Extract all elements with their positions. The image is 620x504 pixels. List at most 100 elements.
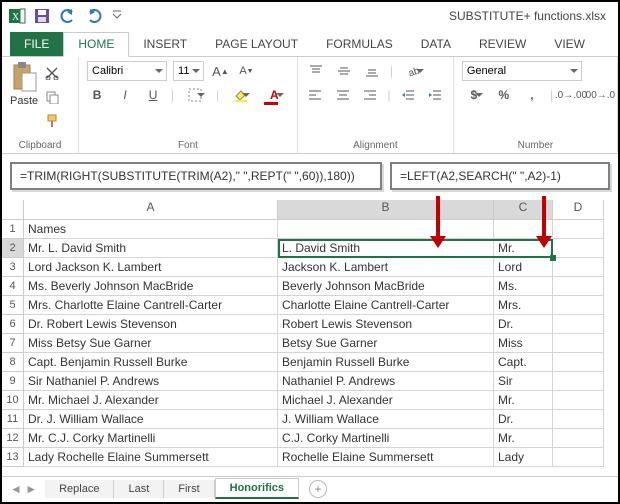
- cell[interactable]: Sir Nathaniel P. Andrews: [24, 372, 278, 391]
- align-middle-button[interactable]: [334, 61, 354, 81]
- align-top-button[interactable]: [306, 61, 326, 81]
- tab-insert[interactable]: INSERT: [129, 33, 201, 56]
- cell[interactable]: Sir: [494, 372, 553, 391]
- number-format-combo[interactable]: General: [462, 61, 582, 81]
- cell[interactable]: Ms. Beverly Johnson MacBride: [24, 277, 278, 296]
- borders-button[interactable]: [182, 85, 208, 105]
- fill-handle[interactable]: [550, 255, 556, 261]
- tab-home[interactable]: HOME: [63, 32, 129, 57]
- cell[interactable]: [553, 410, 604, 429]
- increase-font-button[interactable]: A▲: [210, 61, 230, 81]
- cell[interactable]: [553, 315, 604, 334]
- font-name-combo[interactable]: Calibri: [87, 61, 167, 81]
- cell[interactable]: Charlotte Elaine Cantrell-Carter: [278, 296, 494, 315]
- cell[interactable]: Dr.: [494, 315, 553, 334]
- row-header[interactable]: 10: [2, 391, 24, 410]
- cell[interactable]: [553, 220, 604, 239]
- cell[interactable]: L. David Smith: [278, 239, 494, 258]
- cell[interactable]: Dr. J. William Wallace: [24, 410, 278, 429]
- cell[interactable]: J. William Wallace: [278, 410, 494, 429]
- sheet-tab-last[interactable]: Last: [114, 480, 164, 498]
- fill-color-button[interactable]: [227, 85, 253, 105]
- cell[interactable]: Mr.: [494, 429, 553, 448]
- increase-decimal-button[interactable]: .0→.00: [561, 85, 581, 105]
- cell[interactable]: [553, 372, 604, 391]
- row-header[interactable]: 1: [2, 220, 24, 239]
- row-header[interactable]: 12: [2, 429, 24, 448]
- cell[interactable]: [553, 391, 604, 410]
- decrease-indent-button[interactable]: [399, 85, 418, 105]
- tab-formulas[interactable]: FORMULAS: [312, 33, 407, 56]
- cell[interactable]: C.J. Corky Martinelli: [278, 429, 494, 448]
- cell[interactable]: [553, 429, 604, 448]
- col-header-b[interactable]: B: [278, 200, 494, 220]
- col-header-d[interactable]: D: [553, 200, 604, 220]
- select-all-corner[interactable]: [2, 200, 24, 220]
- accounting-format-button[interactable]: $: [462, 85, 486, 105]
- cell[interactable]: Mr. L. David Smith: [24, 239, 278, 258]
- cell[interactable]: Dr.: [494, 410, 553, 429]
- align-center-button[interactable]: [333, 85, 352, 105]
- cell[interactable]: Robert Lewis Stevenson: [278, 315, 494, 334]
- align-right-button[interactable]: [360, 85, 379, 105]
- row-header[interactable]: 3: [2, 258, 24, 277]
- row-header[interactable]: 8: [2, 353, 24, 372]
- cell[interactable]: Miss Betsy Sue Garner: [24, 334, 278, 353]
- row-header[interactable]: 9: [2, 372, 24, 391]
- row-header[interactable]: 6: [2, 315, 24, 334]
- cell[interactable]: Jackson K. Lambert: [278, 258, 494, 277]
- redo-icon[interactable]: [86, 8, 102, 24]
- col-header-a[interactable]: A: [24, 200, 278, 220]
- cell[interactable]: Mr. Michael J. Alexander: [24, 391, 278, 410]
- cell[interactable]: [553, 448, 604, 467]
- save-icon[interactable]: [34, 8, 50, 24]
- copy-button[interactable]: [42, 87, 62, 107]
- col-header-c[interactable]: C: [494, 200, 553, 220]
- cell[interactable]: [553, 353, 604, 372]
- spreadsheet-grid[interactable]: A B C D 1Names2Mr. L. David SmithL. Davi…: [2, 200, 618, 467]
- cell[interactable]: Mr.: [494, 391, 553, 410]
- cell[interactable]: Mrs. Charlotte Elaine Cantrell-Carter: [24, 296, 278, 315]
- cell[interactable]: Lady Rochelle Elaine Summersett: [24, 448, 278, 467]
- tab-page-layout[interactable]: PAGE LAYOUT: [201, 33, 312, 56]
- cell[interactable]: [553, 296, 604, 315]
- tab-review[interactable]: REVIEW: [465, 33, 540, 56]
- cell[interactable]: Michael J. Alexander: [278, 391, 494, 410]
- format-painter-button[interactable]: [42, 111, 62, 131]
- new-sheet-button[interactable]: +: [309, 480, 327, 498]
- align-bottom-button[interactable]: [362, 61, 382, 81]
- sheet-tab-first[interactable]: First: [164, 480, 214, 498]
- decrease-font-button[interactable]: A▼: [236, 61, 256, 81]
- row-header[interactable]: 11: [2, 410, 24, 429]
- tab-view[interactable]: VIEW: [540, 33, 599, 56]
- cell[interactable]: [553, 239, 604, 258]
- tab-data[interactable]: DATA: [407, 33, 465, 56]
- decrease-decimal-button[interactable]: .00→.0: [589, 85, 609, 105]
- comma-format-button[interactable]: ,: [522, 85, 542, 105]
- tab-file[interactable]: FILE: [10, 32, 63, 56]
- increase-indent-button[interactable]: [426, 85, 445, 105]
- italic-button[interactable]: I: [115, 85, 135, 105]
- cut-button[interactable]: [42, 63, 62, 83]
- cell[interactable]: Lady: [494, 448, 553, 467]
- cell[interactable]: [494, 220, 553, 239]
- font-color-button[interactable]: A: [261, 85, 287, 105]
- row-header[interactable]: 13: [2, 448, 24, 467]
- cell[interactable]: [278, 220, 494, 239]
- align-left-button[interactable]: [306, 85, 325, 105]
- cell[interactable]: Ms.: [494, 277, 553, 296]
- cell[interactable]: Lord: [494, 258, 553, 277]
- cell[interactable]: Benjamin Russell Burke: [278, 353, 494, 372]
- cell[interactable]: [553, 334, 604, 353]
- sheet-tab-honorifics[interactable]: Honorifics: [215, 478, 299, 499]
- cell[interactable]: Miss: [494, 334, 553, 353]
- font-size-combo[interactable]: 11: [173, 61, 204, 81]
- row-header[interactable]: 4: [2, 277, 24, 296]
- underline-button[interactable]: U: [143, 85, 163, 105]
- cell[interactable]: Beverly Johnson MacBride: [278, 277, 494, 296]
- cell[interactable]: Mrs.: [494, 296, 553, 315]
- cell[interactable]: Nathaniel P. Andrews: [278, 372, 494, 391]
- bold-button[interactable]: B: [87, 85, 107, 105]
- cell[interactable]: Names: [24, 220, 278, 239]
- cell[interactable]: Dr. Robert Lewis Stevenson: [24, 315, 278, 334]
